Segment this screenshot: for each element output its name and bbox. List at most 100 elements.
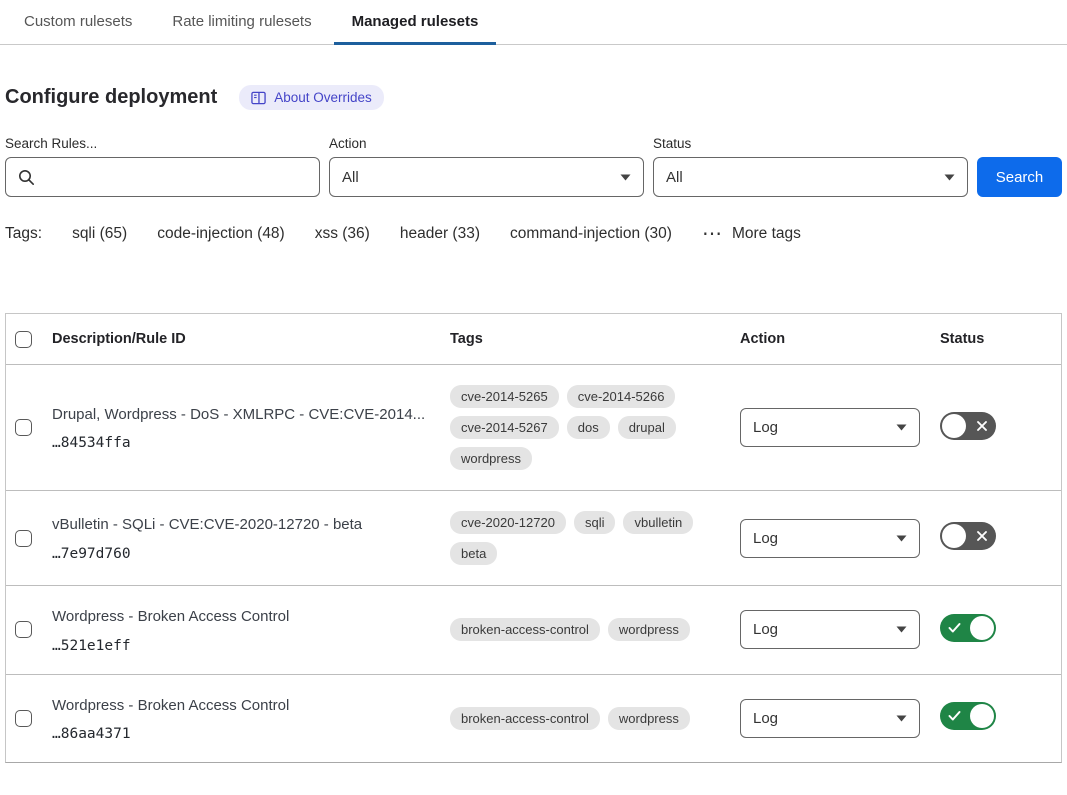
row-checkbox[interactable] [15, 419, 32, 436]
rule-tag-pill[interactable]: drupal [618, 416, 676, 439]
rule-status-toggle[interactable] [940, 412, 996, 440]
rule-id: …86aa4371 [52, 726, 438, 742]
table-header: Description/Rule ID Tags Action Status [6, 314, 1061, 364]
toggle-knob [942, 524, 966, 548]
rule-tag-pill[interactable]: beta [450, 542, 497, 565]
row-checkbox[interactable] [15, 530, 32, 547]
row-checkbox-cell [6, 530, 52, 547]
action-filter-field: Action All [329, 136, 644, 197]
search-icon [18, 169, 35, 186]
row-checkbox-cell [6, 419, 52, 436]
rule-status-toggle[interactable] [940, 522, 996, 550]
action-filter-value: All [342, 169, 359, 186]
rule-action-value: Log [753, 621, 778, 638]
rule-status-toggle[interactable] [940, 702, 996, 730]
header-checkbox-cell [6, 331, 52, 348]
action-filter-select[interactable]: All [329, 157, 644, 197]
rule-action-cell: Log [740, 519, 940, 558]
rule-tag-pill[interactable]: broken-access-control [450, 707, 600, 730]
rule-action-select[interactable]: Log [740, 699, 920, 738]
rule-tag-pill[interactable]: cve-2014-5266 [567, 385, 676, 408]
rule-tag-pill[interactable]: cve-2020-12720 [450, 511, 566, 534]
rule-tags-cell: cve-2014-5265 cve-2014-5266 cve-2014-5267 d… [450, 385, 740, 470]
chevron-down-icon [620, 174, 631, 181]
row-checkbox-cell [6, 710, 52, 727]
rule-action-cell: Log [740, 610, 940, 649]
rule-status-cell [940, 522, 1061, 554]
rule-description: Wordpress - Broken Access Control [52, 606, 438, 629]
rule-id: …84534ffa [52, 435, 438, 451]
rule-description-cell: Wordpress - Broken Access Control …521e1e… [52, 606, 450, 654]
tab-rate-limiting-rulesets[interactable]: Rate limiting rulesets [154, 0, 329, 45]
tag-filter-sqli[interactable]: sqli (65) [72, 225, 127, 243]
table-row: Wordpress - Broken Access Control …521e1e… [6, 585, 1061, 674]
rule-action-value: Log [753, 530, 778, 547]
tags-bar-label: Tags: [5, 225, 42, 243]
rule-tag-pill[interactable]: dos [567, 416, 610, 439]
chevron-down-icon [896, 715, 907, 722]
row-checkbox[interactable] [15, 710, 32, 727]
rule-tag-pill[interactable]: cve-2014-5267 [450, 416, 559, 439]
rule-action-cell: Log [740, 699, 940, 738]
main-content: Configure deployment About Overrides Sea… [0, 85, 1067, 763]
rule-tag-pill[interactable]: wordpress [608, 618, 690, 641]
tag-filter-code-injection[interactable]: code-injection (48) [157, 225, 285, 243]
rule-action-select[interactable]: Log [740, 519, 920, 558]
rule-status-toggle[interactable] [940, 614, 996, 642]
rule-tag-pill[interactable]: vbulletin [623, 511, 693, 534]
x-icon [976, 420, 988, 432]
tag-filter-command-injection[interactable]: command-injection (30) [510, 225, 672, 243]
toggle-check-glyph [948, 622, 961, 633]
rule-description: Wordpress - Broken Access Control [52, 695, 438, 718]
rule-description: vBulletin - SQLi - CVE:CVE-2020-12720 - … [52, 514, 438, 537]
more-tags-button[interactable]: ⋯ More tags [702, 225, 801, 243]
search-rules-label: Search Rules... [5, 136, 320, 151]
toggle-knob [970, 704, 994, 728]
title-row: Configure deployment About Overrides [5, 85, 1062, 110]
check-icon [948, 622, 961, 633]
tab-managed-rulesets[interactable]: Managed rulesets [334, 0, 497, 45]
toggle-check-glyph [948, 711, 961, 722]
rule-description-cell: Drupal, Wordpress - DoS - XMLRPC - CVE:C… [52, 404, 450, 452]
rule-tag-pill[interactable]: sqli [574, 511, 616, 534]
table-row: Wordpress - Broken Access Control …86aa43… [6, 674, 1061, 763]
x-icon [976, 530, 988, 542]
book-icon [251, 91, 266, 105]
rule-tag-pill[interactable]: cve-2014-5265 [450, 385, 559, 408]
status-filter-field: Status All [653, 136, 968, 197]
rule-tags-cell: broken-access-control wordpress [450, 707, 740, 730]
toggle-knob [970, 616, 994, 640]
rule-tag-pill[interactable]: wordpress [450, 447, 532, 470]
about-overrides-link[interactable]: About Overrides [239, 85, 384, 110]
tag-filter-xss[interactable]: xss (36) [315, 225, 370, 243]
rule-action-select[interactable]: Log [740, 610, 920, 649]
filter-bar: Search Rules... Action All Status All [5, 136, 1062, 197]
rule-id: …521e1eff [52, 638, 438, 654]
search-rules-input[interactable] [5, 157, 320, 197]
rule-tag-pill[interactable]: broken-access-control [450, 618, 600, 641]
tab-custom-rulesets[interactable]: Custom rulesets [6, 0, 150, 45]
row-checkbox[interactable] [15, 621, 32, 638]
ruleset-tabbar: Custom rulesets Rate limiting rulesets M… [0, 0, 1067, 45]
table-body: Drupal, Wordpress - DoS - XMLRPC - CVE:C… [6, 364, 1061, 762]
toggle-knob [942, 414, 966, 438]
status-filter-value: All [666, 169, 683, 186]
rule-id: …7e97d760 [52, 546, 438, 562]
search-button[interactable]: Search [977, 157, 1062, 197]
tag-filter-header[interactable]: header (33) [400, 225, 480, 243]
rule-description: Drupal, Wordpress - DoS - XMLRPC - CVE:C… [52, 404, 438, 427]
rule-tags-cell: cve-2020-12720 sqli vbulletin beta [450, 511, 740, 565]
page-title: Configure deployment [5, 86, 217, 109]
column-tags: Tags [450, 331, 740, 347]
rule-tags-cell: broken-access-control wordpress [450, 618, 740, 641]
about-overrides-label: About Overrides [274, 90, 372, 105]
rule-action-select[interactable]: Log [740, 408, 920, 447]
rule-tag-pill[interactable]: wordpress [608, 707, 690, 730]
check-icon [948, 711, 961, 722]
chevron-down-icon [896, 626, 907, 633]
select-all-checkbox[interactable] [15, 331, 32, 348]
rule-status-cell [940, 614, 1061, 646]
chevron-down-icon [896, 535, 907, 542]
table-row: Drupal, Wordpress - DoS - XMLRPC - CVE:C… [6, 364, 1061, 490]
status-filter-select[interactable]: All [653, 157, 968, 197]
